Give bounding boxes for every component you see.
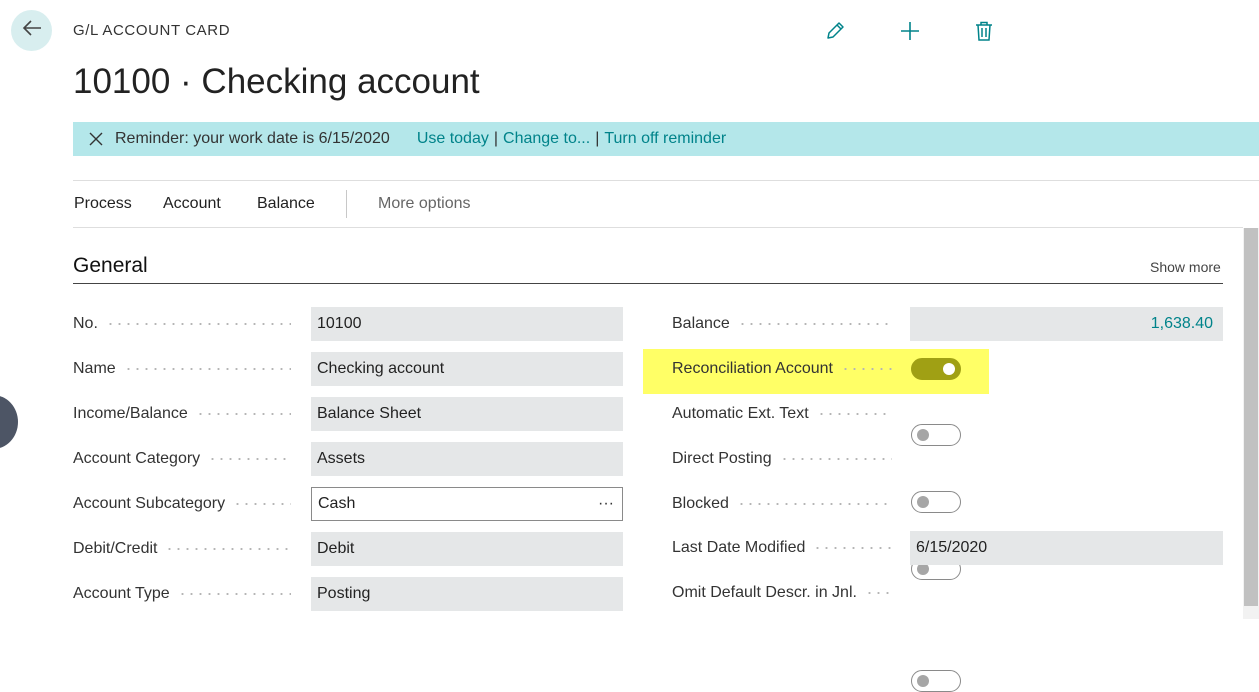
trash-icon bbox=[973, 20, 995, 47]
field-label-no: No. bbox=[73, 307, 301, 341]
menu-balance[interactable]: Balance bbox=[257, 195, 315, 213]
lookup-ellipsis-icon[interactable]: ··· bbox=[598, 495, 614, 513]
direct-posting-toggle[interactable] bbox=[911, 491, 961, 513]
debit-credit-field[interactable]: Debit bbox=[311, 532, 623, 566]
divider bbox=[73, 180, 1259, 181]
field-label-account-type: Account Type bbox=[73, 577, 301, 611]
balance-field[interactable]: 1,638.40 bbox=[910, 307, 1223, 341]
link-separator: | bbox=[595, 130, 600, 147]
field-label-name: Name bbox=[73, 352, 301, 386]
new-button[interactable] bbox=[897, 20, 923, 46]
field-label-account-subcategory: Account Subcategory bbox=[73, 487, 301, 521]
back-button[interactable] bbox=[11, 10, 52, 51]
account-subcategory-value: Cash bbox=[318, 495, 356, 512]
scrollbar-thumb[interactable] bbox=[1244, 228, 1258, 606]
pencil-icon bbox=[824, 20, 846, 47]
menu-more-options[interactable]: More options bbox=[378, 195, 471, 213]
reconciliation-account-toggle[interactable] bbox=[911, 358, 961, 380]
menu-process[interactable]: Process bbox=[74, 195, 132, 213]
no-field[interactable]: 10100 bbox=[311, 307, 623, 341]
toggle-knob bbox=[917, 496, 929, 508]
divider bbox=[73, 227, 1243, 228]
automatic-ext-text-toggle[interactable] bbox=[911, 424, 961, 446]
close-icon[interactable] bbox=[89, 132, 103, 146]
use-today-link[interactable]: Use today bbox=[417, 130, 489, 148]
change-to-link[interactable]: Change to... bbox=[503, 130, 590, 148]
section-title-general[interactable]: General bbox=[73, 254, 148, 278]
field-label-reconciliation-account: Reconciliation Account bbox=[672, 352, 902, 386]
field-label-balance: Balance bbox=[672, 307, 902, 341]
toggle-knob bbox=[917, 429, 929, 441]
turn-off-reminder-link[interactable]: Turn off reminder bbox=[604, 130, 726, 148]
field-label-automatic-ext-text: Automatic Ext. Text bbox=[672, 397, 902, 431]
side-panel-handle[interactable] bbox=[0, 395, 18, 449]
account-category-field[interactable]: Assets bbox=[311, 442, 623, 476]
toggle-knob bbox=[943, 363, 955, 375]
breadcrumb: G/L ACCOUNT CARD bbox=[73, 22, 231, 39]
field-label-blocked: Blocked bbox=[672, 487, 902, 521]
edit-button[interactable] bbox=[822, 20, 848, 46]
account-type-field[interactable]: Posting bbox=[311, 577, 623, 611]
omit-default-descr-toggle[interactable] bbox=[911, 670, 961, 692]
page-title: 10100 · Checking account bbox=[73, 62, 480, 101]
toggle-knob bbox=[917, 675, 929, 687]
delete-button[interactable] bbox=[971, 20, 997, 46]
field-label-last-date-modified: Last Date Modified bbox=[672, 531, 902, 565]
last-date-modified-field[interactable]: 6/15/2020 bbox=[910, 531, 1223, 565]
field-label-debit-credit: Debit/Credit bbox=[73, 532, 301, 566]
section-rule bbox=[73, 283, 1223, 284]
work-date-reminder-banner: Reminder: your work date is 6/15/2020 Us… bbox=[73, 122, 1259, 156]
show-more-link[interactable]: Show more bbox=[1150, 259, 1221, 275]
income-balance-field[interactable]: Balance Sheet bbox=[311, 397, 623, 431]
account-subcategory-field[interactable]: Cash ··· bbox=[311, 487, 623, 521]
field-label-omit-default-descr: Omit Default Descr. in Jnl. bbox=[672, 576, 902, 610]
field-label-income-balance: Income/Balance bbox=[73, 397, 301, 431]
menu-account[interactable]: Account bbox=[163, 195, 221, 213]
plus-icon bbox=[899, 20, 921, 47]
menu-separator bbox=[346, 190, 347, 218]
reminder-message: Reminder: your work date is 6/15/2020 bbox=[115, 130, 390, 147]
field-label-direct-posting: Direct Posting bbox=[672, 442, 902, 476]
field-label-account-category: Account Category bbox=[73, 442, 301, 476]
link-separator: | bbox=[493, 130, 499, 147]
name-field[interactable]: Checking account bbox=[311, 352, 623, 386]
back-arrow-icon bbox=[21, 17, 43, 44]
